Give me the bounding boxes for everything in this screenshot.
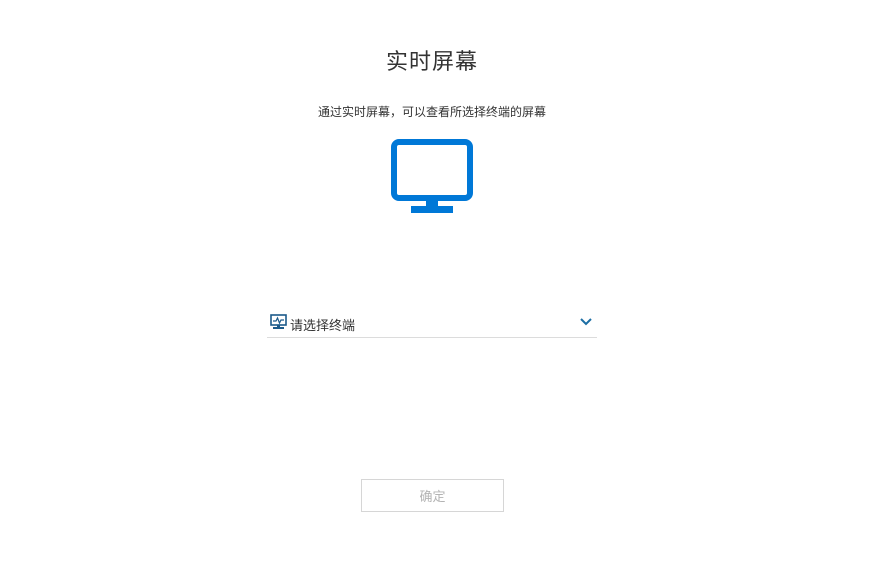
page-subtitle: 通过实时屏幕，可以查看所选择终端的屏幕 <box>317 105 546 119</box>
monitor-icon <box>391 139 473 213</box>
page-title: 实时屏幕 <box>385 50 478 75</box>
terminal-select-placeholder: 请选择终端 <box>290 319 356 334</box>
terminal-select[interactable]: 请选择终端 <box>267 311 597 338</box>
confirm-button[interactable]: 确定 <box>361 479 504 512</box>
terminal-icon <box>270 314 287 329</box>
chevron-down-icon[interactable] <box>580 318 592 326</box>
